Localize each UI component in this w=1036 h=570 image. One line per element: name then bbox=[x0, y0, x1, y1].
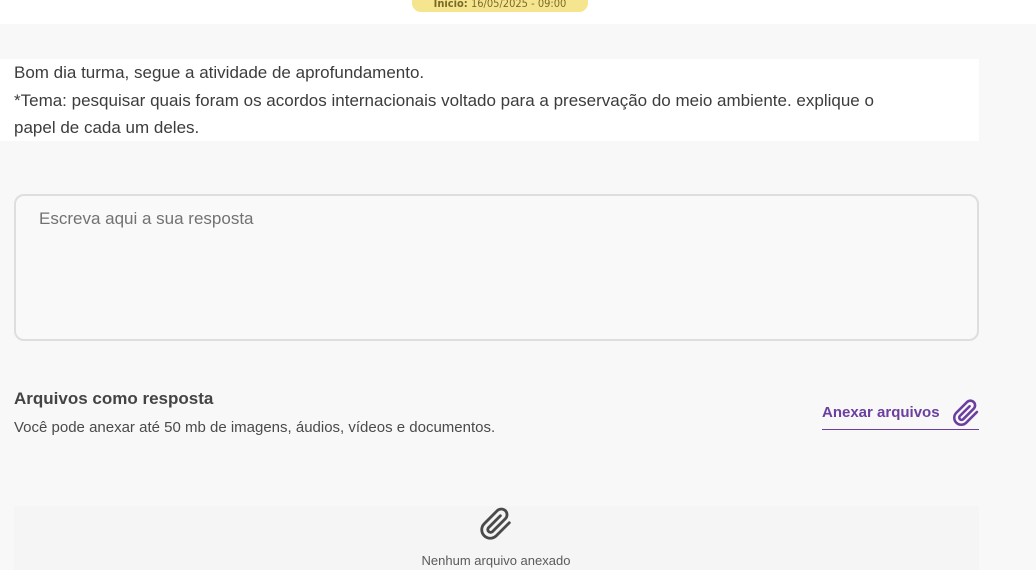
task-line-instruction: papel de cada um deles. bbox=[14, 118, 200, 137]
task-description: Bom dia turma, segue a atividade de apro… bbox=[0, 59, 979, 141]
paperclip-icon bbox=[953, 399, 979, 426]
start-date-label: Início: bbox=[433, 0, 468, 10]
task-line-greeting: Bom dia turma, segue a atividade de apro… bbox=[14, 63, 425, 82]
no-attachments-text: Nenhum arquivo anexado bbox=[421, 553, 571, 568]
paperclip-icon bbox=[480, 507, 511, 540]
answer-textarea[interactable] bbox=[14, 194, 979, 341]
start-date-badge: Início: 16/05/2025 - 09:00 bbox=[412, 0, 588, 12]
attach-files-button[interactable]: Anexar arquivos bbox=[822, 398, 979, 430]
task-line-theme: *Tema: pesquisar quais foram os acordos … bbox=[14, 90, 874, 110]
files-section-title: Arquivos como resposta bbox=[14, 389, 214, 408]
start-date-value: 16/05/2025 - 09:00 bbox=[470, 0, 567, 10]
files-section-description: Você pode anexar até 50 mb de imagens, á… bbox=[14, 419, 496, 436]
attach-files-label: Anexar arquivos bbox=[822, 404, 940, 421]
